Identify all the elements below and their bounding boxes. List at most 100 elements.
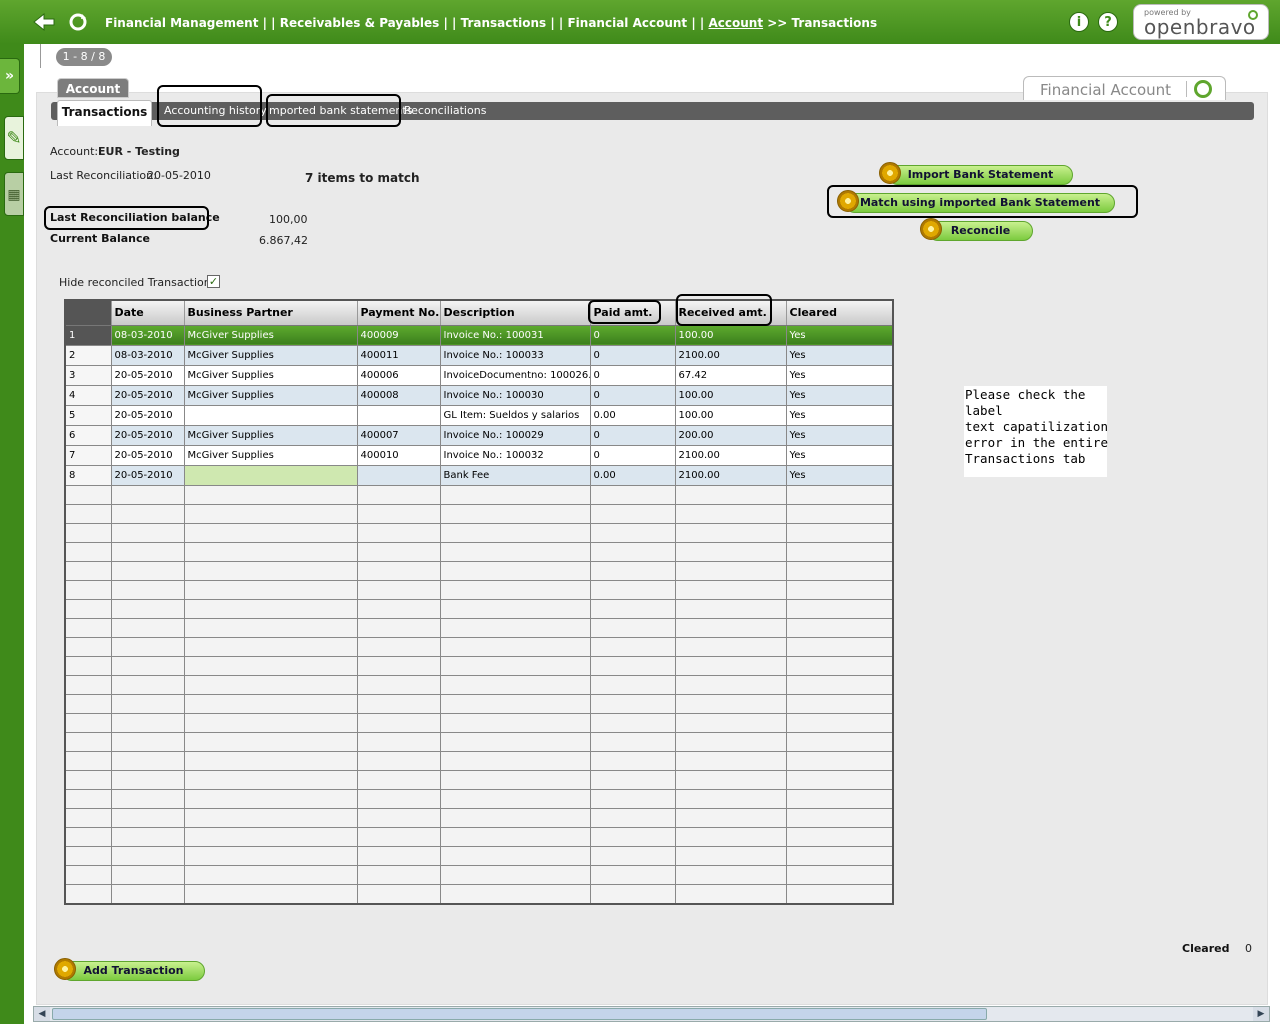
- table-row[interactable]: 4 20-05-2010 McGiver Supplies 400008 Inv…: [66, 385, 892, 406]
- cell-received-amt[interactable]: 2100.00: [675, 345, 787, 366]
- cell-description[interactable]: Invoice No.: 100033: [440, 345, 591, 366]
- cell-date[interactable]: 20-05-2010: [111, 405, 185, 426]
- cell-description[interactable]: Invoice No.: 100031: [440, 325, 591, 346]
- cell-payment-no[interactable]: [357, 465, 441, 486]
- empty-cell: [440, 542, 591, 562]
- column-header-description[interactable]: Description: [440, 301, 591, 326]
- cell-date[interactable]: 20-05-2010: [111, 425, 185, 446]
- expand-panel-icon[interactable]: »: [0, 58, 20, 94]
- cell-received-amt[interactable]: 2100.00: [675, 465, 787, 486]
- cell-received-amt[interactable]: 200.00: [675, 425, 787, 446]
- cell-received-amt[interactable]: 67.42: [675, 365, 787, 386]
- tab-financial-account[interactable]: Financial Account: [1023, 76, 1226, 100]
- cell-date[interactable]: 20-05-2010: [111, 445, 185, 466]
- left-rail: » ✎ ▦: [0, 44, 24, 1024]
- cell-received-amt[interactable]: 2100.00: [675, 445, 787, 466]
- table-row[interactable]: 7 20-05-2010 McGiver Supplies 400010 Inv…: [66, 445, 892, 466]
- table-row[interactable]: 3 20-05-2010 McGiver Supplies 400006 Inv…: [66, 365, 892, 386]
- cell-business-partner[interactable]: McGiver Supplies: [184, 385, 358, 406]
- cell-description[interactable]: Invoice No.: 100029: [440, 425, 591, 446]
- cell-cleared[interactable]: Yes: [786, 365, 892, 386]
- tab-transactions[interactable]: Transactions: [57, 100, 152, 126]
- openbravo-logo[interactable]: powered by openbravo: [1133, 4, 1269, 40]
- table-row[interactable]: 2 08-03-2010 McGiver Supplies 400011 Inv…: [66, 345, 892, 366]
- cell-payment-no[interactable]: 400007: [357, 425, 441, 446]
- reconcile-button[interactable]: Reconcile: [928, 221, 1033, 241]
- cell-paid-amt[interactable]: 0: [590, 445, 676, 466]
- empty-cell: [786, 637, 892, 657]
- info-icon[interactable]: i: [1069, 12, 1089, 32]
- cell-cleared[interactable]: Yes: [786, 345, 892, 366]
- cell-paid-amt[interactable]: 0: [590, 325, 676, 346]
- cell-payment-no[interactable]: [357, 405, 441, 426]
- cell-cleared[interactable]: Yes: [786, 385, 892, 406]
- cell-date[interactable]: 20-05-2010: [111, 365, 185, 386]
- empty-cell: [675, 808, 787, 828]
- column-header-business-partner[interactable]: Business Partner: [184, 301, 358, 326]
- column-header-cleared[interactable]: Cleared: [786, 301, 892, 326]
- scrollbar-thumb[interactable]: [52, 1008, 987, 1020]
- cell-paid-amt[interactable]: 0: [590, 345, 676, 366]
- empty-row: [66, 580, 892, 600]
- table-row[interactable]: 5 20-05-2010 GL Item: Sueldos y salarios…: [66, 405, 892, 426]
- grid-view-icon[interactable]: ▦: [4, 172, 24, 216]
- cell-business-partner[interactable]: [184, 405, 358, 426]
- cell-payment-no[interactable]: 400011: [357, 345, 441, 366]
- cell-description[interactable]: Invoice No.: 100032: [440, 445, 591, 466]
- cell-cleared[interactable]: Yes: [786, 445, 892, 466]
- cell-description[interactable]: InvoiceDocumentno: 100026.: [440, 365, 591, 386]
- cell-payment-no[interactable]: 400009: [357, 325, 441, 346]
- cell-payment-no[interactable]: 400008: [357, 385, 441, 406]
- horizontal-scrollbar[interactable]: ◀ ▶: [33, 1006, 1270, 1022]
- cell-business-partner[interactable]: [184, 465, 358, 486]
- table-row[interactable]: 1 08-03-2010 McGiver Supplies 400009 Inv…: [66, 325, 892, 346]
- cell-payment-no[interactable]: 400010: [357, 445, 441, 466]
- empty-cell: [111, 884, 185, 903]
- cell-payment-no[interactable]: 400006: [357, 365, 441, 386]
- cell-cleared[interactable]: Yes: [786, 465, 892, 486]
- cell-description[interactable]: Invoice No.: 100030: [440, 385, 591, 406]
- cell-description[interactable]: Bank Fee: [440, 465, 591, 486]
- tab-account[interactable]: Account: [57, 78, 129, 98]
- cell-paid-amt[interactable]: 0: [590, 365, 676, 386]
- cell-paid-amt[interactable]: 0.00: [590, 405, 676, 426]
- cell-business-partner[interactable]: McGiver Supplies: [184, 425, 358, 446]
- cell-received-amt[interactable]: 100.00: [675, 385, 787, 406]
- back-arrow-icon[interactable]: [32, 12, 56, 32]
- cell-description[interactable]: GL Item: Sueldos y salarios: [440, 405, 591, 426]
- edit-view-icon[interactable]: ✎: [4, 116, 24, 160]
- scroll-left-icon[interactable]: ◀: [34, 1007, 50, 1021]
- cell-date[interactable]: 08-03-2010: [111, 325, 185, 346]
- empty-cell: [184, 770, 358, 790]
- import-bank-statement-button[interactable]: Import Bank Statement: [888, 165, 1073, 185]
- cell-cleared[interactable]: Yes: [786, 325, 892, 346]
- hide-reconciled-checkbox[interactable]: ✓: [207, 275, 220, 288]
- cell-business-partner[interactable]: McGiver Supplies: [184, 365, 358, 386]
- scroll-right-icon[interactable]: ▶: [1253, 1007, 1269, 1021]
- cell-paid-amt[interactable]: 0: [590, 425, 676, 446]
- tab-reconciliations[interactable]: Reconciliations: [404, 102, 486, 120]
- refresh-icon[interactable]: [68, 12, 88, 32]
- table-row[interactable]: 8 20-05-2010 Bank Fee 0.00 2100.00 Yes: [66, 465, 892, 486]
- cell-received-amt[interactable]: 100.00: [675, 405, 787, 426]
- cell-date[interactable]: 20-05-2010: [111, 385, 185, 406]
- cell-date[interactable]: 20-05-2010: [111, 465, 185, 486]
- cell-cleared[interactable]: Yes: [786, 425, 892, 446]
- column-header-date[interactable]: Date: [111, 301, 185, 326]
- breadcrumb-path[interactable]: Financial Management | | Receivables & P…: [105, 16, 704, 30]
- cell-date[interactable]: 08-03-2010: [111, 345, 185, 366]
- cell-business-partner[interactable]: McGiver Supplies: [184, 445, 358, 466]
- breadcrumb-account-link[interactable]: Account: [708, 16, 763, 30]
- column-header-payment-no[interactable]: Payment No.: [357, 301, 441, 326]
- cell-business-partner[interactable]: McGiver Supplies: [184, 345, 358, 366]
- add-transaction-button[interactable]: Add Transaction: [62, 961, 205, 981]
- help-icon[interactable]: ?: [1098, 12, 1118, 32]
- table-row[interactable]: 6 20-05-2010 McGiver Supplies 400007 Inv…: [66, 425, 892, 446]
- empty-cell: [440, 751, 591, 771]
- cell-business-partner[interactable]: McGiver Supplies: [184, 325, 358, 346]
- cell-paid-amt[interactable]: 0: [590, 385, 676, 406]
- empty-row: [66, 637, 892, 657]
- cell-received-amt[interactable]: 100.00: [675, 325, 787, 346]
- cell-paid-amt[interactable]: 0.00: [590, 465, 676, 486]
- cell-cleared[interactable]: Yes: [786, 405, 892, 426]
